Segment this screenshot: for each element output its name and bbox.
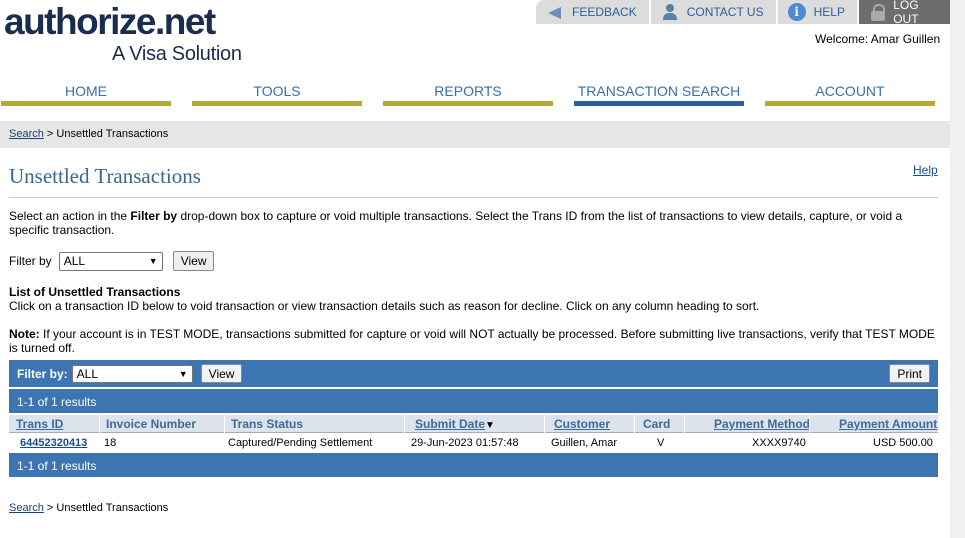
intro-text: Select an action in the Filter by drop-d…: [9, 209, 938, 237]
column-payment-method[interactable]: Payment Method: [714, 417, 810, 431]
title-divider: [9, 197, 938, 198]
results-count-bottom: 1-1 of 1 results: [9, 453, 938, 477]
nav-reports[interactable]: REPORTS: [383, 82, 553, 106]
view-button[interactable]: View: [172, 251, 215, 271]
column-trans-status[interactable]: Trans Status: [231, 417, 303, 431]
chevron-down-icon: ▼: [178, 368, 188, 379]
note-label: Note:: [9, 327, 40, 341]
list-description: Click on a transaction ID below to void …: [9, 299, 760, 313]
sort-descending-icon: ▼: [485, 420, 495, 431]
nav-account[interactable]: ACCOUNT: [765, 82, 935, 106]
table-filter-select[interactable]: ALL ▼: [71, 364, 193, 383]
cell-status: Captured/Pending Settlement: [228, 437, 373, 449]
cell-card: V: [657, 437, 665, 449]
logo-dot: .: [154, 1, 165, 42]
column-separator: [544, 415, 545, 433]
column-payment-amount[interactable]: Payment Amount: [839, 417, 937, 431]
contact-us-button[interactable]: CONTACT US: [650, 0, 776, 24]
nav-home[interactable]: HOME: [1, 82, 171, 106]
test-mode-note: Note: If your account is in TEST MODE, t…: [9, 327, 938, 355]
utility-bar: FEEDBACK CONTACT US i HELP LOG OUT: [536, 0, 954, 26]
cell-payment-method: XXXX9740: [752, 437, 806, 449]
logo-wordmark-main: authorize: [4, 1, 156, 42]
column-separator: [99, 415, 100, 433]
table-filter-select-value: ALL: [76, 366, 99, 381]
filter-select[interactable]: ALL ▼: [58, 251, 163, 271]
table-view-button[interactable]: View: [200, 364, 243, 383]
table-filter-label: Filter by:: [17, 366, 68, 381]
list-heading: List of Unsettled Transactions: [9, 285, 181, 299]
authorize-net-logo[interactable]: authorize.net A Visa Solution: [4, 2, 254, 66]
breadcrumb-bottom-separator: >: [43, 502, 57, 514]
breadcrumb: Search > Unsettled Transactions: [0, 121, 950, 148]
chevron-down-icon: ▼: [148, 256, 158, 266]
table-header: Trans ID Invoice Number Trans Status Sub…: [9, 415, 938, 433]
intro-part-1: Select an action in the: [9, 209, 131, 223]
filter-row: Filter by ALL ▼ View: [9, 251, 215, 271]
main-nav: HOME TOOLS REPORTS TRANSACTION SEARCH AC…: [0, 82, 940, 106]
breadcrumb-bottom: Search > Unsettled Transactions: [9, 502, 168, 514]
breadcrumb-separator: >: [43, 128, 57, 140]
filter-select-value: ALL: [63, 254, 86, 268]
person-icon: [661, 3, 679, 21]
cell-payment-amount: USD 500.00: [873, 437, 933, 449]
column-submit-date[interactable]: Submit Date▼: [415, 417, 495, 431]
breadcrumb-bottom-search-link[interactable]: Search: [9, 502, 44, 514]
contact-us-label: CONTACT US: [686, 5, 764, 19]
column-card[interactable]: Card: [643, 417, 670, 431]
column-invoice-number[interactable]: Invoice Number: [106, 417, 196, 431]
results-count-top: 1-1 of 1 results: [9, 389, 938, 413]
nav-tools[interactable]: TOOLS: [192, 82, 362, 106]
breadcrumb-bottom-current: Unsettled Transactions: [56, 502, 169, 514]
column-trans-id[interactable]: Trans ID: [16, 417, 63, 431]
nav-transaction-search[interactable]: TRANSACTION SEARCH: [574, 82, 744, 106]
logout-button[interactable]: LOG OUT: [858, 0, 954, 26]
lock-icon: [869, 3, 886, 21]
trans-id-link[interactable]: 64452320413: [20, 437, 87, 449]
page-title: Unsettled Transactions: [9, 164, 201, 188]
cell-submit-date: 29-Jun-2023 01:57:48: [411, 437, 519, 449]
column-separator: [404, 415, 405, 433]
logout-label: LOG OUT: [893, 0, 919, 26]
feedback-button[interactable]: FEEDBACK: [536, 0, 649, 24]
breadcrumb-current: Unsettled Transactions: [56, 128, 169, 140]
scrollbar-track[interactable]: [950, 0, 965, 538]
breadcrumb-search-link[interactable]: Search: [9, 128, 44, 140]
help-label: HELP: [813, 5, 845, 19]
note-text: If your account is in TEST MODE, transac…: [9, 327, 935, 355]
info-icon: i: [787, 3, 806, 21]
column-separator: [224, 415, 225, 433]
column-separator: [684, 415, 685, 433]
page-help-link[interactable]: Help: [913, 163, 938, 177]
cell-invoice: 18: [104, 437, 117, 449]
logo-wordmark-tld: net: [163, 1, 217, 42]
welcome-text: Welcome: Amar Guillen: [815, 32, 941, 46]
print-button[interactable]: Print: [889, 364, 930, 383]
megaphone-icon: [546, 3, 564, 21]
table-filter-bar: Filter by: ALL ▼ View Print: [9, 360, 938, 387]
table-row: 64452320413 18 Captured/Pending Settleme…: [9, 434, 938, 452]
cell-customer: Guillen, Amar: [551, 437, 618, 449]
column-separator: [809, 415, 810, 433]
column-customer[interactable]: Customer: [554, 417, 610, 431]
column-separator: [634, 415, 635, 433]
filter-label: Filter by: [9, 254, 52, 268]
help-button[interactable]: i HELP: [777, 0, 857, 24]
feedback-label: FEEDBACK: [572, 5, 637, 19]
logo-tagline: A Visa Solution: [112, 43, 242, 65]
column-submit-date-label: Submit Date: [415, 417, 486, 431]
intro-bold: Filter by: [130, 209, 178, 223]
